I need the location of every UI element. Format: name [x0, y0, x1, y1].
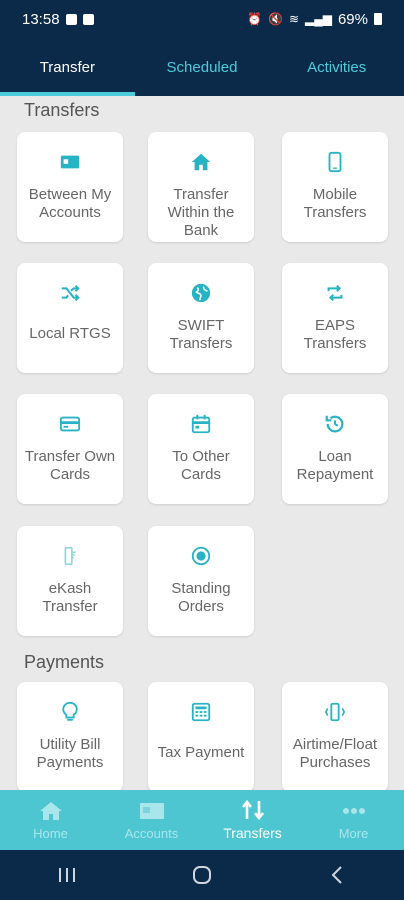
calendar-card-icon: [189, 412, 213, 436]
status-time: 13:58: [22, 10, 60, 28]
phone-vibrate-icon: [323, 700, 347, 724]
top-tabs: Transfer Scheduled Activities: [0, 38, 404, 96]
mail-notification-icon: [82, 13, 94, 25]
shuffle-icon: [58, 281, 82, 305]
transfers-arrows-icon: [241, 799, 264, 821]
bank-home-icon: [189, 150, 213, 174]
airtime-float-purchases-button[interactable]: Airtime/Float Purchases: [282, 682, 388, 790]
card-label: EAPS Transfers: [303, 317, 367, 352]
nav-label: More: [338, 825, 369, 841]
history-icon: [323, 412, 347, 436]
card-label: Transfer Own Cards: [24, 448, 116, 483]
card-label: Local RTGS: [29, 325, 111, 342]
credit-card-icon: [58, 412, 82, 436]
card-label: Mobile Transfers: [303, 186, 367, 221]
swift-transfers-button[interactable]: SWIFT Transfers: [148, 263, 254, 373]
mobile-phone-icon: [323, 150, 347, 174]
nav-transfers[interactable]: Transfers: [202, 790, 303, 850]
loan-repayment-button[interactable]: Loan Repayment: [282, 394, 388, 504]
calculator-icon: [189, 700, 213, 724]
ekash-transfer-button[interactable]: eKash Transfer: [17, 526, 123, 636]
mute-icon: 🔇: [267, 12, 283, 26]
to-other-cards-button[interactable]: To Other Cards: [148, 394, 254, 504]
local-rtgs-button[interactable]: Local RTGS: [17, 263, 123, 373]
transfer-own-cards-button[interactable]: Transfer Own Cards: [17, 394, 123, 504]
card-label: Loan Repayment: [296, 448, 374, 483]
lightbulb-icon: [58, 700, 82, 724]
nav-label: Home: [33, 825, 68, 841]
card-label: Between My Accounts: [28, 186, 112, 221]
status-left: 13:58: [22, 11, 94, 28]
globe-icon: [189, 281, 213, 305]
tab-activities[interactable]: Activities: [269, 38, 404, 96]
tax-payment-button[interactable]: Tax Payment: [148, 682, 254, 790]
status-right: ⏰ 🔇 ≋ ▂▄▆ 69%: [247, 11, 382, 28]
home-circle-icon: [192, 866, 211, 884]
card-label: To Other Cards: [172, 448, 230, 483]
standing-orders-button[interactable]: Standing Orders: [148, 526, 254, 636]
wifi-icon: ≋: [288, 12, 299, 26]
nav-label: Transfers: [223, 825, 282, 841]
repeat-icon: [323, 281, 347, 305]
alarm-icon: ⏰: [247, 12, 262, 26]
ekash-icon: [58, 544, 82, 568]
eaps-transfers-button[interactable]: EAPS Transfers: [282, 263, 388, 373]
card-label: Standing Orders: [171, 580, 231, 615]
card-label: SWIFT Transfers: [169, 317, 233, 352]
transfer-within-bank-button[interactable]: Transfer Within the Bank: [148, 132, 254, 242]
recent-apps-icon: [59, 868, 76, 882]
card-label: Utility Bill Payments: [36, 736, 104, 771]
signal-icon: ▂▄▆: [305, 12, 332, 26]
between-my-accounts-button[interactable]: Between My Accounts: [17, 132, 123, 242]
tab-transfer[interactable]: Transfer: [0, 38, 135, 96]
battery-percent: 69%: [337, 10, 368, 28]
nav-accounts[interactable]: Accounts: [101, 790, 202, 850]
standing-order-icon: [189, 544, 213, 568]
nav-home[interactable]: Home: [0, 790, 101, 850]
status-bar: 13:58 ⏰ 🔇 ≋ ▂▄▆ 69%: [0, 0, 404, 38]
account-card-icon: [58, 150, 82, 174]
recent-apps-button[interactable]: [47, 860, 87, 890]
nav-more[interactable]: More: [303, 790, 404, 850]
system-nav-bar: [0, 850, 404, 900]
back-system-button[interactable]: [317, 860, 357, 890]
home-system-button[interactable]: [182, 860, 222, 890]
card-label: Tax Payment: [157, 744, 245, 761]
mobile-transfers-button[interactable]: Mobile Transfers: [282, 132, 388, 242]
more-dots-icon: [342, 807, 365, 814]
tab-scheduled[interactable]: Scheduled: [135, 38, 270, 96]
nav-label: Accounts: [124, 825, 179, 841]
accounts-icon: [139, 802, 164, 819]
bottom-nav: Home Accounts Transfers More: [0, 790, 404, 850]
section-title-transfers: Transfers: [24, 100, 100, 120]
back-chevron-icon: [331, 866, 342, 884]
card-label: Transfer Within the Bank: [167, 186, 235, 239]
utility-bill-payments-button[interactable]: Utility Bill Payments: [17, 682, 123, 790]
card-label: Airtime/Float Purchases: [292, 736, 378, 771]
transfers-content: Transfers Between My Accounts Transfer W…: [0, 96, 404, 790]
section-title-payments: Payments: [24, 652, 105, 672]
battery-icon: [374, 13, 382, 25]
home-icon: [39, 801, 62, 820]
gallery-notification-icon: [65, 13, 77, 25]
card-label: eKash Transfer: [42, 580, 98, 615]
